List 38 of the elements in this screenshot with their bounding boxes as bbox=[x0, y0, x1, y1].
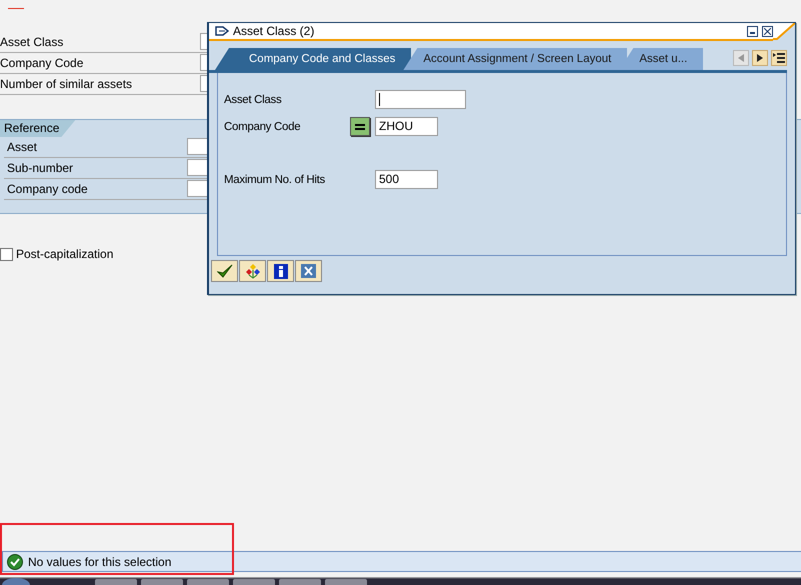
close-button[interactable] bbox=[762, 26, 773, 36]
check-icon bbox=[216, 264, 232, 278]
tab-scroll-button[interactable] bbox=[752, 50, 768, 66]
checkbox[interactable] bbox=[0, 248, 13, 260]
cancel-button[interactable] bbox=[295, 260, 322, 282]
left-arrow-icon bbox=[738, 54, 744, 62]
field-label: Asset Class bbox=[0, 34, 64, 51]
window-title: Asset Class (2) bbox=[233, 24, 316, 38]
success-icon bbox=[7, 554, 23, 570]
input-field[interactable] bbox=[375, 90, 466, 109]
confirm-button[interactable] bbox=[211, 260, 238, 282]
field-label: Company Code bbox=[224, 120, 302, 132]
input-field[interactable]: ZHOU bbox=[375, 117, 438, 136]
field-label: Asset bbox=[6, 139, 38, 156]
info-icon bbox=[274, 264, 288, 278]
field-label: Company code bbox=[6, 181, 89, 198]
close-icon bbox=[301, 264, 316, 278]
status-message: No values for this selection bbox=[28, 554, 172, 568]
hierarchy-button[interactable] bbox=[239, 260, 266, 282]
tab[interactable]: Company Code and Classes bbox=[215, 48, 412, 70]
checkbox-label: Post-capitalization bbox=[16, 247, 114, 261]
field-label: Sub-number bbox=[6, 160, 74, 177]
field-label: Company Code bbox=[0, 55, 84, 72]
window-icon bbox=[215, 26, 229, 36]
input-field[interactable]: 500 bbox=[375, 170, 438, 189]
equals-option-button[interactable] bbox=[350, 117, 370, 136]
tab[interactable]: Account Assignment / Screen Layout bbox=[403, 48, 628, 70]
close-icon bbox=[764, 28, 771, 34]
field-label: Number of similar assets bbox=[0, 76, 134, 93]
tab-scroll-button[interactable] bbox=[771, 50, 787, 66]
hierarchy-icon bbox=[244, 263, 260, 279]
field-label: Maximum No. of Hits bbox=[224, 174, 326, 186]
group-title: Reference bbox=[0, 120, 76, 137]
list-icon bbox=[773, 53, 785, 63]
info-button[interactable] bbox=[267, 260, 294, 282]
field-label: Asset Class bbox=[224, 94, 282, 106]
minimize-button[interactable] bbox=[747, 26, 758, 36]
right-arrow-icon bbox=[757, 54, 763, 62]
